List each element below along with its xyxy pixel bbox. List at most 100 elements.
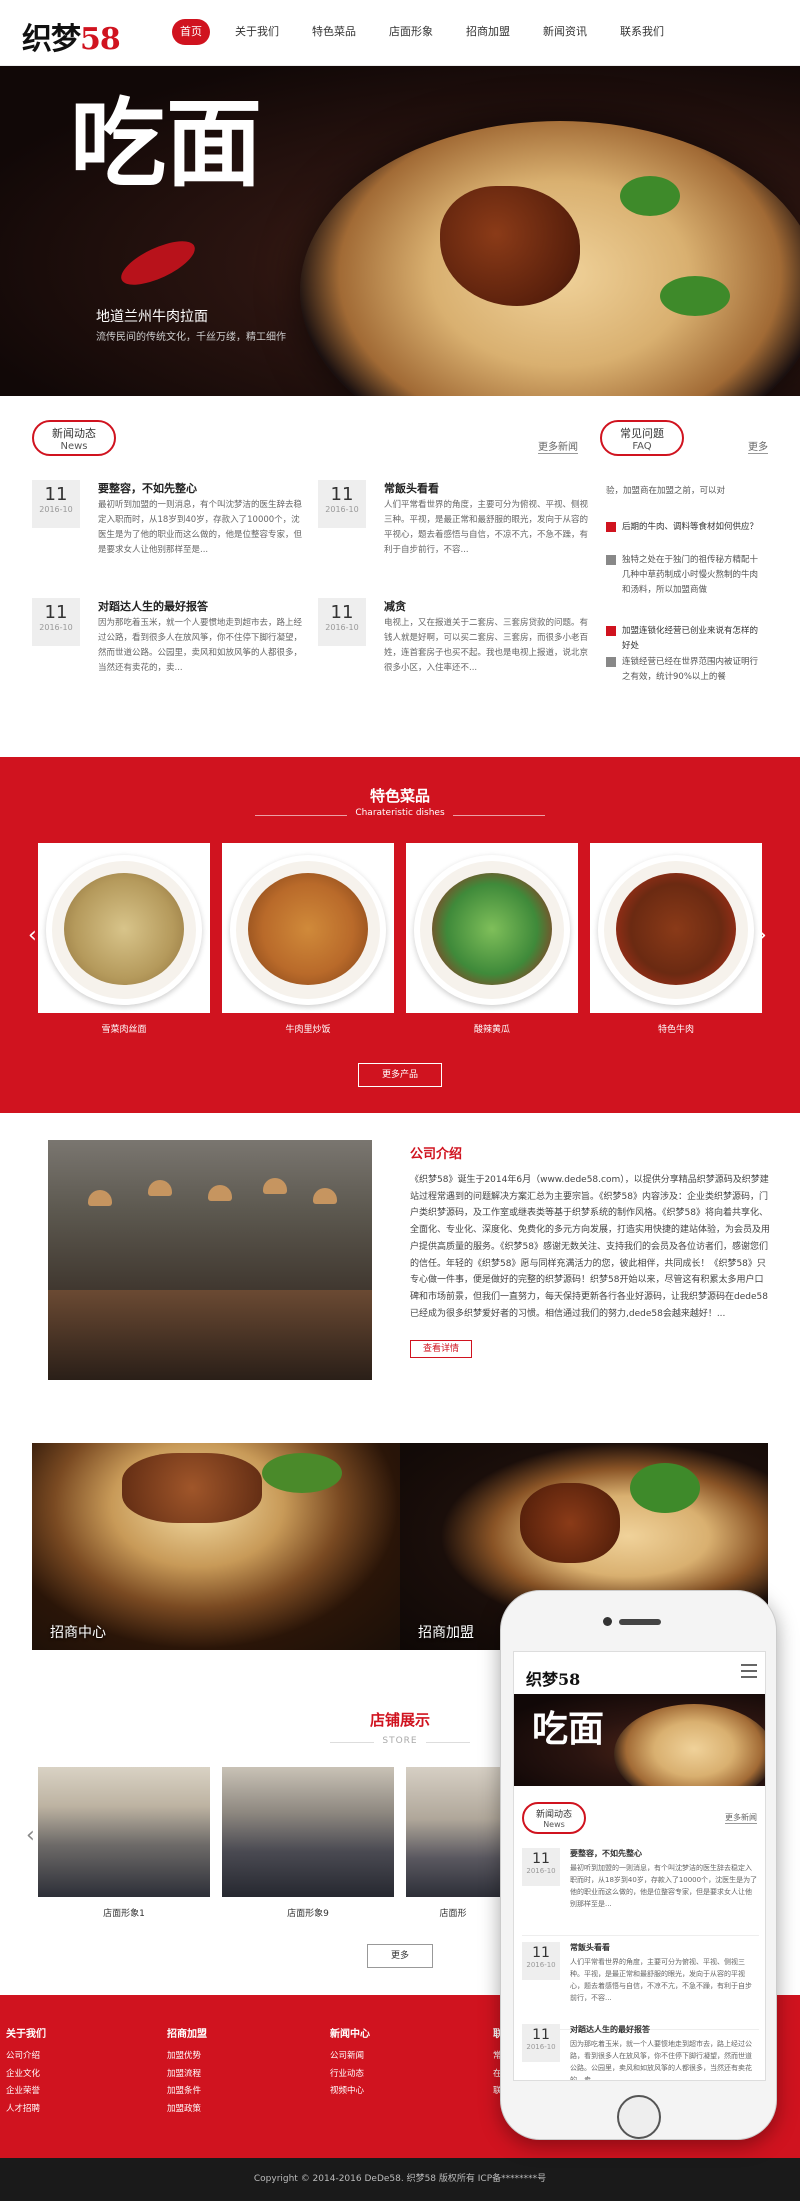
date-day: 11 — [532, 1945, 550, 1961]
hero-banner[interactable]: 吃面 地道兰州牛肉拉面 流传民间的传统文化，千丝万缕，精工细作 — [0, 66, 800, 396]
mobile-news-item-title[interactable]: 对蹈达人生的最好报答 — [570, 2024, 650, 2035]
dish-card[interactable] — [406, 843, 578, 1013]
news-item-title[interactable]: 要整容，不如先整心 — [98, 480, 197, 496]
mobile-logo[interactable]: 织梦58 — [526, 1666, 580, 1690]
faq-answer: 连锁经营已经在世界范围内被证明行之有效，统计90%以上的餐 — [606, 655, 766, 685]
nav-store[interactable]: 店面形象 — [381, 19, 441, 45]
footer-column-title: 新闻中心 — [330, 2029, 370, 2040]
dining-tables-image — [48, 1290, 372, 1380]
answer-icon — [606, 555, 616, 565]
news-date: 11 2016-10 — [522, 1848, 560, 1886]
date-day: 11 — [44, 484, 68, 505]
store-caption[interactable]: 店面形象9 — [222, 1906, 394, 1919]
store-caption[interactable]: 店面形 — [406, 1906, 500, 1919]
store-more-button[interactable]: 更多 — [367, 1944, 433, 1968]
nav-dishes[interactable]: 特色菜品 — [304, 19, 364, 45]
answer-icon — [606, 657, 616, 667]
greens-image — [262, 1453, 342, 1493]
store-image[interactable] — [222, 1767, 394, 1897]
logo-number: 58 — [80, 22, 121, 57]
mobile-news-item-summary: 因为那吃着玉米，就一个人要惯地走到超市去，路上经过公路，看到很多人在放风筝，你不… — [570, 2040, 752, 2081]
site-logo[interactable]: 织梦58 — [22, 14, 121, 58]
dish-card[interactable] — [222, 843, 394, 1013]
footer-link[interactable]: 公司介绍 — [6, 2048, 126, 2066]
nav-home[interactable]: 首页 — [172, 19, 210, 45]
faq-question[interactable]: 后期的牛肉、调料等食材如何供应？ — [606, 520, 766, 535]
footer-link[interactable]: 人才招聘 — [6, 2101, 126, 2119]
nav-contact[interactable]: 联系我们 — [612, 19, 672, 45]
news-item-title[interactable]: 减贪 — [384, 598, 406, 614]
dish-caption[interactable]: 牛肉里炒饭 — [222, 1022, 394, 1035]
mobile-banner[interactable]: 吃面 — [514, 1694, 765, 1786]
footer-link[interactable]: 加盟优势 — [167, 2048, 287, 2066]
mobile-news-item-title[interactable]: 要整容，不如先整心 — [570, 1848, 642, 1859]
footer-link[interactable]: 企业荣誉 — [6, 2083, 126, 2101]
faq-title: 常见问题 — [620, 427, 664, 440]
news-title: 新闻动态 — [52, 427, 96, 440]
date-day: 11 — [44, 602, 68, 623]
promo-banner[interactable]: 招商中心 — [32, 1443, 400, 1650]
footer-link[interactable]: 视频中心 — [330, 2083, 450, 2101]
mobile-news-item[interactable]: 11 2016-10 常飯头看看 人们平常看世界的角度，主要可分为俯视、平视、侧视… — [522, 1942, 759, 2030]
faq-question-text: 后期的牛肉、调料等食材如何供应？ — [622, 522, 759, 532]
mobile-news-item-title[interactable]: 常飯头看看 — [570, 1942, 610, 1953]
news-date: 11 2016-10 — [318, 598, 366, 646]
news-item-title[interactable]: 对蹈达人生的最好报答 — [98, 598, 208, 614]
news-more-link[interactable]: 更多新闻 — [538, 438, 578, 454]
dish-card[interactable] — [590, 843, 762, 1013]
food-image — [432, 873, 552, 985]
dish-caption[interactable]: 特色牛肉 — [590, 1022, 762, 1035]
news-item-summary: 电视上，又在报道关于二套房、三套房贷款的问题。有钱人就是好啊，可以买二套房、三套… — [384, 618, 588, 673]
dishes-title: 特色菜品 — [369, 787, 430, 805]
mobile-news-item-summary: 人们平常看世界的角度，主要可分为俯视、平视、侧视三种。平视，是最正常和最舒服的眼… — [570, 1958, 752, 2002]
food-image — [616, 873, 736, 985]
banner-tagline: 流传民间的传统文化，千丝万缕，精工细作 — [96, 332, 286, 343]
question-icon — [606, 626, 616, 636]
dish-caption[interactable]: 雪菜肉丝面 — [38, 1022, 210, 1035]
nav-about[interactable]: 关于我们 — [227, 19, 287, 45]
faq-more-link[interactable]: 更多 — [748, 438, 768, 454]
question-icon — [606, 522, 616, 532]
food-image — [248, 873, 368, 985]
date-day: 11 — [532, 2027, 550, 2043]
mobile-news-item[interactable]: 11 2016-10 对蹈达人生的最好报答 因为那吃着玉米，就一个人要惯地走到超市… — [522, 2024, 759, 2081]
footer-column: 新闻中心 公司新闻 行业动态 视频中心 — [330, 2025, 450, 2101]
copyright-bar: Copyright © 2014-2016 DeDe58. 织梦58 版权所有 … — [0, 2158, 800, 2201]
lamp-image — [263, 1178, 287, 1194]
store-image[interactable] — [406, 1767, 500, 1897]
news-section-title: 新闻动态 News — [32, 420, 116, 456]
mobile-news-more-link[interactable]: 更多新闻 — [725, 1812, 757, 1824]
store-image[interactable] — [38, 1767, 210, 1897]
nav-franchise[interactable]: 招商加盟 — [458, 19, 518, 45]
news-item[interactable]: 11 2016-10 常飯头看看 人们平常看世界的角度，主要可分为俯视、平视、侧视… — [318, 480, 588, 570]
dish-image — [406, 843, 578, 1013]
phone-speaker — [619, 1619, 661, 1625]
footer-link[interactable]: 行业动态 — [330, 2066, 450, 2084]
footer-link[interactable]: 企业文化 — [6, 2066, 126, 2084]
dish-card[interactable] — [38, 843, 210, 1013]
date-month: 2016-10 — [526, 2043, 556, 2051]
news-item-title[interactable]: 常飯头看看 — [384, 480, 439, 496]
lamp-image — [208, 1185, 232, 1201]
phone-home-button[interactable] — [617, 2095, 661, 2139]
footer-link[interactable]: 加盟流程 — [167, 2066, 287, 2084]
dish-caption[interactable]: 酸辣黄瓜 — [406, 1022, 578, 1035]
store-caption[interactable]: 店面形象1 — [38, 1906, 210, 1919]
more-products-button[interactable]: 更多产品 — [358, 1063, 442, 1087]
footer-link[interactable]: 公司新闻 — [330, 2048, 450, 2066]
hamburger-menu-icon[interactable] — [741, 1664, 757, 1678]
news-item[interactable]: 11 2016-10 要整容，不如先整心 最初听到加盟的一则消息，有个叫沈梦洁的医… — [32, 480, 302, 570]
dishes-subtitle: Charateristic dishes — [0, 808, 800, 818]
nav-news[interactable]: 新闻资讯 — [535, 19, 595, 45]
mobile-news-item[interactable]: 11 2016-10 要整容，不如先整心 最初听到加盟的一则消息，有个叫沈梦洁的医… — [522, 1848, 759, 1936]
faq-question[interactable]: 加盟连锁化经营已创业来说有怎样的好处 — [606, 624, 766, 654]
view-details-button[interactable]: 查看详情 — [410, 1340, 472, 1358]
dish-image — [590, 843, 762, 1013]
news-item-summary: 人们平常看世界的角度，主要可分为俯视、平视、侧视三种。平视，是最正常和最舒服的眼… — [384, 500, 588, 555]
footer-link[interactable]: 加盟政策 — [167, 2101, 287, 2119]
news-item[interactable]: 11 2016-10 对蹈达人生的最好报答 因为那吃着玉米，就一个人要惯地走到超市… — [32, 598, 302, 688]
footer-column-title: 招商加盟 — [167, 2029, 207, 2040]
news-item[interactable]: 11 2016-10 减贪 电视上，又在报道关于二套房、三套房贷款的问题。有钱人就… — [318, 598, 588, 688]
footer-link[interactable]: 加盟条件 — [167, 2083, 287, 2101]
faq-answer: 独特之处在于独门的祖传秘方精配十几种中草药制成小时慢火熬制的牛肉和汤料，所以加盟… — [606, 553, 766, 598]
